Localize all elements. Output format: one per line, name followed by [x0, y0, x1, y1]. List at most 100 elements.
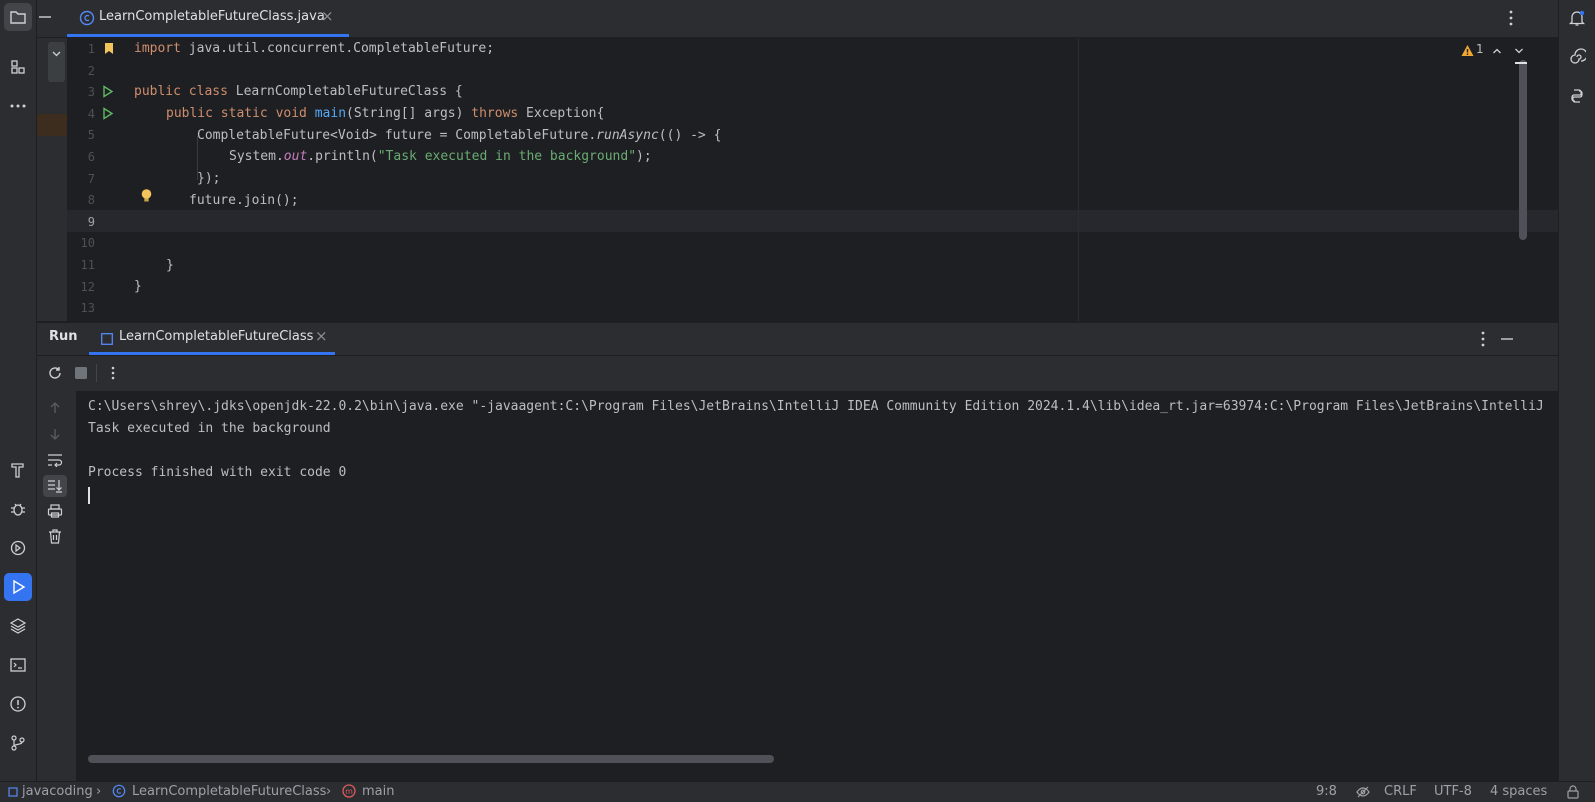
print-icon[interactable]	[47, 504, 63, 518]
python-icon	[1571, 89, 1583, 103]
line-number: 13	[80, 301, 95, 316]
more-tools-button[interactable]	[4, 92, 32, 120]
code-token: CompletableFuture<Void> future = Complet…	[197, 128, 597, 143]
ai-assistant-button[interactable]	[1563, 43, 1591, 71]
layers-tool-button[interactable]	[4, 612, 32, 640]
code-editor[interactable]: 1 1 2 3 4 5 6 7 8 9 10 11 12 13 import java.util.con…	[37, 38, 1558, 321]
arrow-up-icon[interactable]	[48, 401, 62, 415]
run-class-gutter-icon[interactable]	[102, 85, 114, 98]
more-vertical-icon	[1481, 331, 1485, 347]
scope-toggle[interactable]	[48, 42, 65, 82]
editor-tab[interactable]: LearnCompletableFutureClass.java ×	[67, 0, 349, 37]
problems-tool-button[interactable]	[4, 690, 32, 718]
close-tab-icon[interactable]: ×	[321, 7, 334, 25]
code-token: out	[283, 149, 308, 164]
code-token: main	[314, 106, 347, 121]
terminal-tool-button[interactable]	[4, 651, 32, 679]
run-config-tab-label: LearnCompletableFutureClass	[119, 329, 314, 344]
scroll-to-end-icon	[48, 480, 62, 493]
build-tool-button[interactable]	[4, 456, 32, 484]
code-token: "Task executed in the background"	[377, 149, 637, 164]
code-token: future.join();	[189, 193, 299, 208]
arrow-down-icon[interactable]	[48, 427, 62, 441]
console-line-exit: Process finished with exit code 0	[88, 465, 347, 480]
code-line-11: }	[166, 255, 174, 277]
lightbulb-icon[interactable]	[140, 188, 153, 204]
code-line-7: });	[197, 168, 220, 190]
line-number: 7	[87, 171, 95, 186]
scroll-to-end-button[interactable]	[43, 475, 67, 497]
code-token: });	[197, 171, 221, 186]
more-vertical-icon[interactable]	[105, 365, 121, 381]
console-horizontal-scrollbar[interactable]	[88, 755, 774, 763]
git-branch-icon	[11, 735, 25, 751]
indent-setting[interactable]: 4 spaces	[1490, 784, 1547, 799]
terminal-icon	[10, 658, 26, 672]
breadcrumb-method[interactable]: main	[362, 784, 394, 799]
folder-icon	[10, 11, 26, 24]
lock-icon[interactable]	[1567, 785, 1579, 799]
code-token: java.util.concurrent.CompletableFuture;	[180, 41, 495, 56]
close-run-tab-icon[interactable]: ×	[315, 327, 328, 345]
bug-icon	[11, 503, 25, 516]
run-config-tab[interactable]: LearnCompletableFutureClass ×	[89, 323, 335, 355]
structure-tool-button[interactable]	[4, 53, 32, 81]
notifications-button[interactable]	[1563, 4, 1591, 32]
editor-scrollbar-thumb[interactable]	[1519, 60, 1527, 240]
module-icon	[8, 787, 18, 797]
console-caret	[88, 487, 90, 504]
breadcrumb-project[interactable]: javacoding	[22, 784, 93, 799]
console-window-icon	[101, 333, 113, 345]
code-token: );	[636, 149, 652, 164]
code-token: }	[134, 279, 142, 294]
line-number: 2	[87, 63, 95, 78]
soft-wrap-icon[interactable]	[47, 453, 63, 467]
code-line-12: }	[134, 276, 142, 298]
code-line-8: future.join();	[189, 190, 299, 212]
chevron-down-icon[interactable]	[1513, 45, 1525, 57]
eye-off-icon[interactable]	[1356, 785, 1370, 799]
tab-options-button[interactable]	[1501, 8, 1521, 28]
active-tab-indicator	[67, 34, 349, 37]
run-panel-options-button[interactable]	[1473, 329, 1493, 349]
warning-count: 1	[1476, 42, 1484, 56]
python-console-button[interactable]	[1563, 82, 1591, 110]
bookmark-icon[interactable]	[104, 42, 114, 55]
toolbar-separator	[96, 364, 97, 382]
console-line-command: C:\Users\shrey\.jdks\openjdk-22.0.2\bin\…	[88, 399, 1544, 414]
code-token: public class	[134, 84, 228, 99]
method-icon: m	[342, 784, 356, 798]
editor-tab-bar: LearnCompletableFutureClass.java ×	[37, 0, 1558, 38]
code-line-3: public class LearnCompletableFutureClass…	[134, 81, 463, 103]
code-token: }	[166, 258, 174, 273]
services-tool-button[interactable]	[4, 534, 32, 562]
left-tool-strip	[0, 0, 37, 781]
run-tool-button[interactable]	[4, 573, 32, 601]
code-line-4: public static void main(String[] args) t…	[166, 103, 604, 125]
change-marker	[37, 114, 67, 136]
code-line-1: import java.util.concurrent.CompletableF…	[134, 38, 494, 60]
chevron-down-icon	[52, 51, 61, 57]
chevron-up-icon[interactable]	[1491, 45, 1503, 57]
debug-tool-button[interactable]	[4, 495, 32, 523]
problems-icon	[10, 696, 26, 712]
right-tool-strip	[1558, 0, 1595, 781]
console-output[interactable]: C:\Users\shrey\.jdks\openjdk-22.0.2\bin\…	[76, 391, 1558, 781]
line-separator[interactable]: CRLF	[1384, 784, 1417, 799]
trash-icon[interactable]	[48, 529, 62, 544]
hide-run-panel-button[interactable]	[1497, 329, 1517, 349]
file-encoding[interactable]: UTF-8	[1434, 784, 1472, 799]
rerun-icon[interactable]	[47, 365, 63, 381]
project-tool-button[interactable]	[4, 3, 32, 31]
caret-position[interactable]: 9:8	[1316, 784, 1337, 799]
hammer-icon	[11, 463, 24, 478]
line-number: 8	[87, 193, 95, 208]
line-number: 5	[87, 128, 95, 143]
hide-panel-button[interactable]	[37, 0, 67, 37]
stop-icon[interactable]	[75, 367, 87, 379]
console-line-wrapper: C:\Users\shrey\.jdks\openjdk-22.0.2\bin\…	[88, 396, 1558, 418]
run-main-gutter-icon[interactable]	[102, 107, 114, 120]
git-tool-button[interactable]	[4, 729, 32, 757]
breadcrumb-class[interactable]: LearnCompletableFutureClass	[132, 784, 326, 799]
minimize-icon	[1501, 338, 1513, 340]
